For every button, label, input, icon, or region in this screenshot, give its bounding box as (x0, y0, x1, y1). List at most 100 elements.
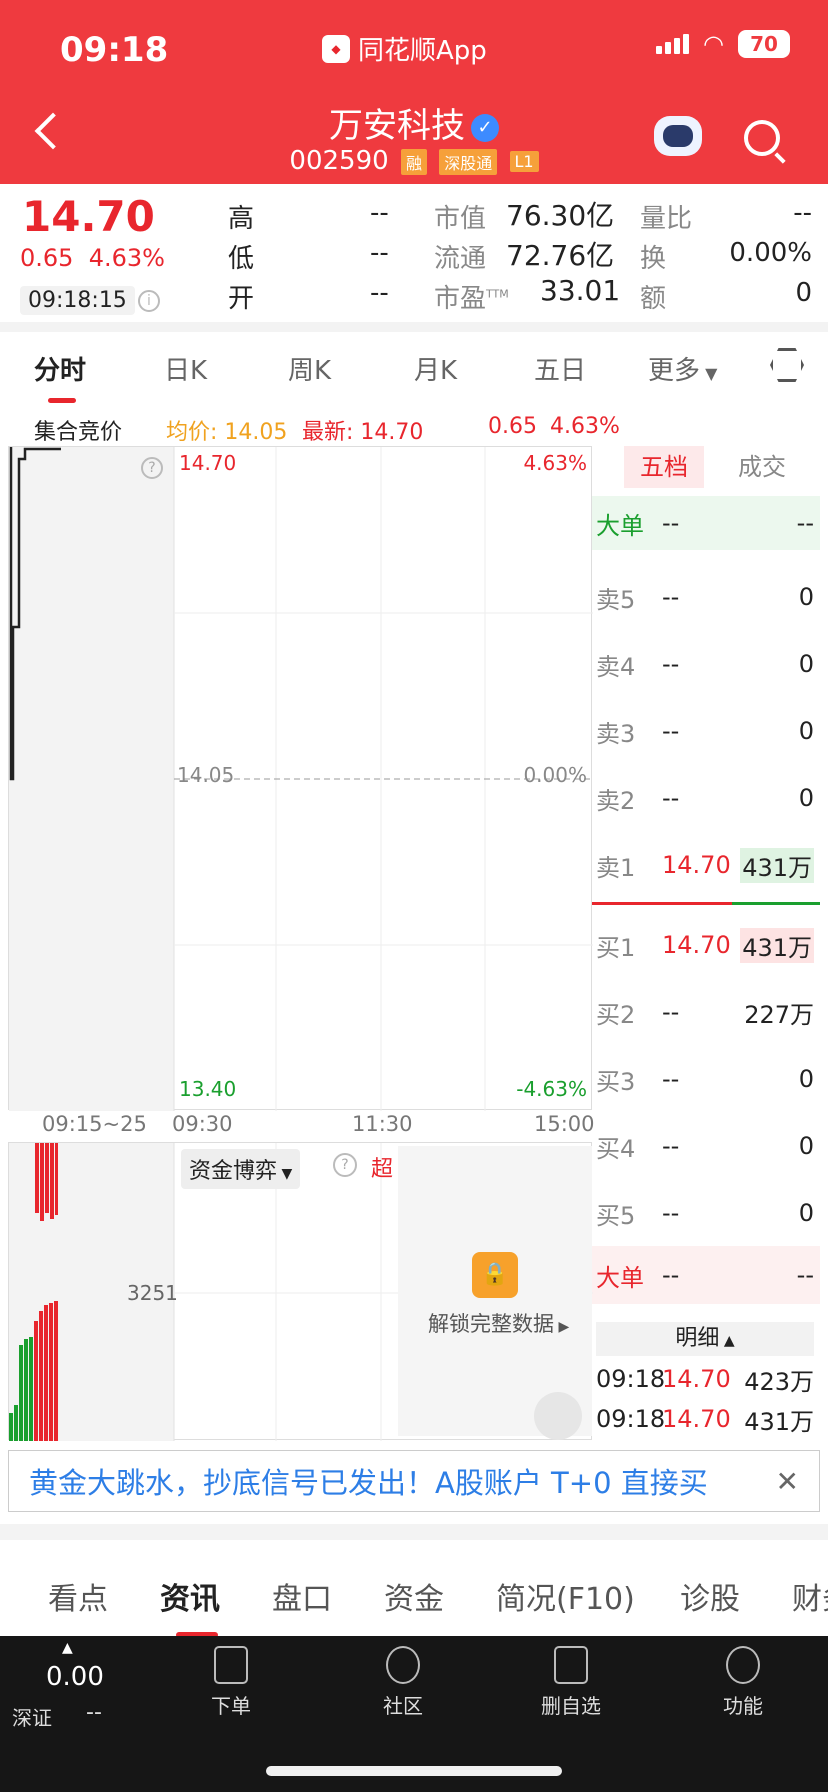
period-tabs: 分时 日K 周K 月K 五日 更多 ▼ (0, 332, 828, 403)
tick-row: 09:18 14.70 431万 (596, 1405, 814, 1436)
field-open-label: 开 (228, 284, 255, 314)
tab-more[interactable]: 更多 ▼ (648, 350, 717, 387)
sell-1-row: 卖1 14.70 431万 (592, 840, 820, 890)
field-float-label: 流通 (434, 244, 487, 274)
top-price: 14.70 (179, 451, 237, 475)
big-buy-row: 大单 -- -- (592, 1246, 820, 1304)
remove-watchlist-button[interactable]: 删自选 (540, 1646, 602, 1719)
unlock-link[interactable]: 解锁完整数据 ▶ (428, 1308, 569, 1338)
flow-selector[interactable]: 资金博弈 ▼ (181, 1149, 301, 1189)
field-turnover-value: 0.00% (729, 238, 812, 268)
home-indicator (266, 1766, 562, 1776)
divider (0, 322, 828, 332)
tab-intraday[interactable]: 分时 (34, 350, 86, 403)
buy-3-row: 买3 -- 0 (596, 1065, 814, 1096)
header-bar: 09:18 ◆ 同花顺App ◠ 70 万安科技 ✓ 002590 融 深股通 L… (0, 0, 828, 184)
assistant-robot-icon[interactable] (654, 116, 702, 156)
field-turnover-label: 换 (640, 244, 667, 274)
intraday-chart[interactable]: ? 14.70 4.63% 14.05 0.00% 13.40 -4.63% (8, 446, 593, 1111)
field-volratio-label: 量比 (640, 204, 693, 234)
lock-icon[interactable]: 🔒 (472, 1252, 518, 1298)
latest-change: 0.65 (488, 414, 537, 439)
search-icon[interactable] (744, 120, 780, 156)
community-icon (386, 1646, 420, 1684)
index-value: 0.00 (46, 1662, 104, 1692)
app-badge[interactable]: ◆ 同花顺App (322, 30, 487, 67)
index-name[interactable]: 深证 (12, 1702, 52, 1731)
order-button[interactable]: 下单 (206, 1646, 256, 1719)
sell-3-row: 卖3 -- 0 (596, 717, 814, 748)
tab-trades[interactable]: 成交 (722, 446, 802, 488)
tab-highlights[interactable]: 看点 (48, 1574, 108, 1618)
verified-icon: ✓ (471, 113, 499, 142)
tab-five-day[interactable]: 五日 (534, 350, 586, 387)
tag-margin: 融 (400, 148, 427, 175)
field-open-value: -- (370, 278, 389, 308)
tab-diagnosis[interactable]: 诊股 (680, 1574, 740, 1618)
bottom-price: 13.40 (179, 1077, 237, 1101)
field-pe-label: 市盈TTM (434, 284, 509, 314)
index-change: -- (86, 1700, 102, 1725)
stock-name: 万安科技 (329, 106, 465, 146)
divider (0, 1524, 828, 1540)
sell-5-row: 卖5 -- 0 (596, 583, 814, 614)
buy-4-row: 买4 -- 0 (596, 1132, 814, 1163)
status-indicators: ◠ 70 (656, 30, 790, 58)
x-label-close: 15:00 (534, 1112, 595, 1136)
settings-hexagon-icon[interactable] (770, 348, 804, 382)
detail-toggle[interactable]: 明细 ▲ (596, 1322, 814, 1356)
field-mcap-label: 市值 (434, 204, 487, 234)
ratio-bar-buy (732, 902, 820, 905)
caret-down-icon: ▼ (700, 364, 718, 383)
field-pe-value: 33.01 (540, 274, 621, 307)
tab-daily-k[interactable]: 日K (164, 350, 207, 387)
tab-news[interactable]: 资讯 (160, 1574, 220, 1638)
tab-funds[interactable]: 资金 (384, 1574, 444, 1618)
close-icon[interactable]: ✕ (776, 1465, 799, 1498)
field-low-value: -- (370, 238, 389, 268)
current-price: 14.70 (22, 192, 155, 241)
promo-banner[interactable]: 黄金大跳水，抄底信号已发出！A股账户 T+0 直接买 ✕ (8, 1450, 820, 1512)
tab-monthly-k[interactable]: 月K (414, 350, 457, 387)
sell-4-row: 卖4 -- 0 (596, 650, 814, 681)
functions-button[interactable]: 功能 (718, 1646, 768, 1719)
buy-1-row: 买1 14.70 431万 (592, 920, 820, 970)
info-icon[interactable]: i (138, 290, 160, 312)
promo-text[interactable]: 黄金大跳水，抄底信号已发出！A股账户 T+0 直接买 (29, 1460, 708, 1502)
caret-right-icon: ▶ (554, 1319, 570, 1335)
quote-time: 09:18:15 (20, 286, 135, 315)
latest-price: 最新: 14.70 (302, 420, 424, 445)
bottom-pct: -4.63% (516, 1077, 587, 1101)
stock-title: 万安科技 ✓ (0, 98, 828, 147)
tab-five-levels[interactable]: 五档 (624, 446, 704, 488)
buy-2-row: 买2 -- 227万 (596, 998, 814, 1029)
tab-weekly-k[interactable]: 周K (288, 350, 331, 387)
quote-panel: 14.70 0.65 4.63% 09:18:15 i 高 -- 低 -- 开 … (0, 184, 828, 324)
tab-profile[interactable]: 简况(F10) (496, 1574, 635, 1618)
signal-icon (656, 34, 690, 54)
buy-5-row: 买5 -- 0 (596, 1199, 814, 1230)
auction-label: 集合竞价 (34, 420, 123, 445)
field-amount-value: 0 (795, 278, 812, 308)
help-icon[interactable]: ? (333, 1153, 357, 1177)
field-high-value: -- (370, 198, 389, 228)
big-sell-row: 大单 -- -- (592, 496, 820, 550)
auction-line: 集合竞价 均价: 14.05 最新: 14.70 0.65 4.63% (0, 410, 620, 446)
field-float-value: 72.76亿 (506, 239, 615, 272)
field-volratio-value: -- (793, 198, 812, 228)
x-label-noon: 11:30 (352, 1112, 413, 1136)
order-icon (214, 1646, 248, 1684)
field-mcap-value: 76.30亿 (506, 199, 615, 232)
community-button[interactable]: 社区 (378, 1646, 428, 1719)
mid-pct: 0.00% (523, 763, 587, 787)
battery-indicator: 70 (738, 30, 790, 58)
content-tabs: 看点 资讯 盘口 资金 简况(F10) 诊股 财务 (0, 1540, 828, 1638)
caret-down-icon: ▼ (277, 1166, 293, 1182)
latest-pct: 4.63% (550, 414, 620, 439)
field-low-label: 低 (228, 244, 255, 274)
tab-market[interactable]: 盘口 (272, 1574, 332, 1618)
stock-code: 002590 (289, 146, 389, 176)
help-icon[interactable]: ? (141, 457, 163, 479)
fullscreen-icon[interactable] (534, 1392, 582, 1440)
tab-finance[interactable]: 财务 (792, 1574, 828, 1618)
